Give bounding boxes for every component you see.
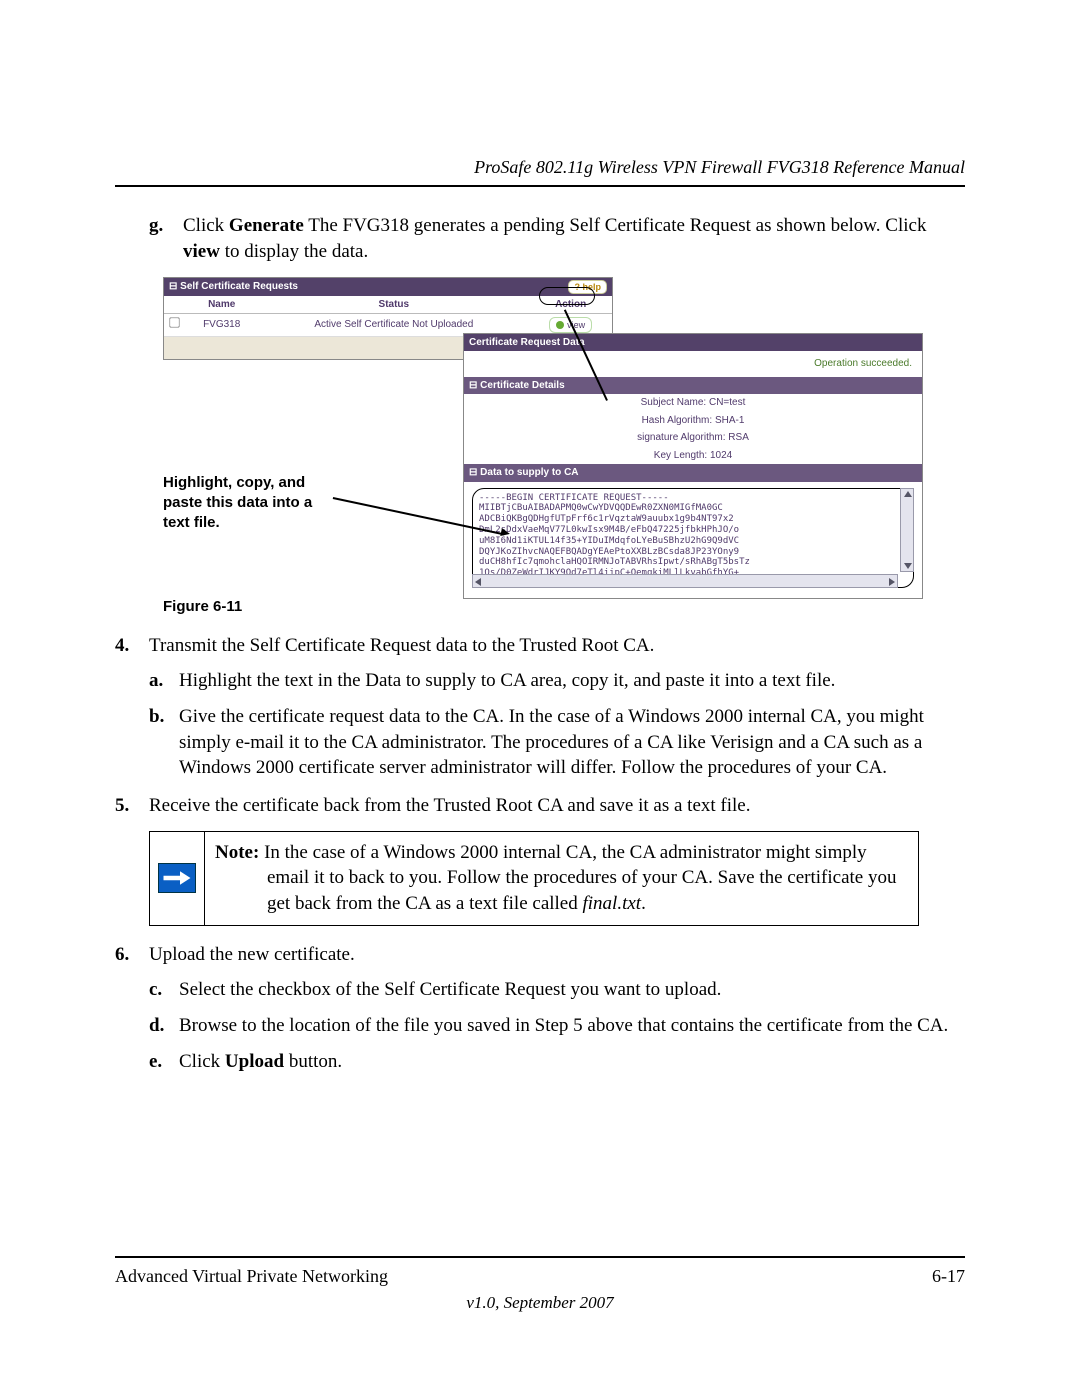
- step-4a: a. Highlight the text in the Data to sup…: [149, 668, 965, 694]
- figure-caption: Figure 6-11: [163, 597, 965, 617]
- step-g: g. Click Generate The FVG318 generates a…: [149, 213, 965, 264]
- panel2-title: Certificate Request Data: [464, 334, 922, 352]
- row-name: FVG318: [185, 314, 258, 337]
- footer-right: 6-17: [932, 1264, 965, 1288]
- step-4: 4. Transmit the Self Certificate Request…: [115, 633, 965, 781]
- figure-6-11: ⊟ Self Certificate Requests ? help Name …: [163, 277, 965, 587]
- data-to-ca-header: ⊟ Data to supply to CA: [464, 464, 922, 482]
- step-6e: e. Click Upload button.: [149, 1049, 965, 1075]
- step-6d: d. Browse to the location of the file yo…: [149, 1013, 965, 1039]
- horizontal-scrollbar[interactable]: [472, 574, 898, 588]
- callout-text: Highlight, copy, and paste this data int…: [163, 473, 312, 534]
- step-6c: c. Select the checkbox of the Self Certi…: [149, 977, 965, 1003]
- note-box: Note: In the case of a Windows 2000 inte…: [149, 831, 919, 926]
- footer-version: v1.0, September 2007: [115, 1292, 965, 1315]
- circle-action-col: [539, 287, 595, 305]
- arrow-right-icon: [158, 863, 196, 893]
- step-6: 6. Upload the new certificate. c. Select…: [115, 942, 965, 1075]
- vertical-scrollbar[interactable]: [900, 488, 914, 572]
- operation-message: Operation succeeded.: [464, 351, 922, 377]
- cert-details-header: ⊟ Certificate Details: [464, 377, 922, 395]
- col-name: Name: [185, 296, 258, 314]
- page-footer: Advanced Virtual Private Networking 6-17…: [115, 1256, 965, 1315]
- col-status: Status: [258, 296, 529, 314]
- step-4b: b. Give the certificate request data to …: [149, 704, 965, 781]
- cert-request-data-panel: Certificate Request Data Operation succe…: [463, 333, 923, 599]
- footer-left: Advanced Virtual Private Networking: [115, 1264, 388, 1288]
- top-rule: [115, 185, 965, 187]
- row-checkbox[interactable]: [169, 318, 179, 328]
- running-header: ProSafe 802.11g Wireless VPN Firewall FV…: [115, 155, 965, 185]
- certificate-blob[interactable]: -----BEGIN CERTIFICATE REQUEST----- MIIB…: [472, 488, 914, 588]
- step-5: 5. Receive the certificate back from the…: [115, 793, 965, 819]
